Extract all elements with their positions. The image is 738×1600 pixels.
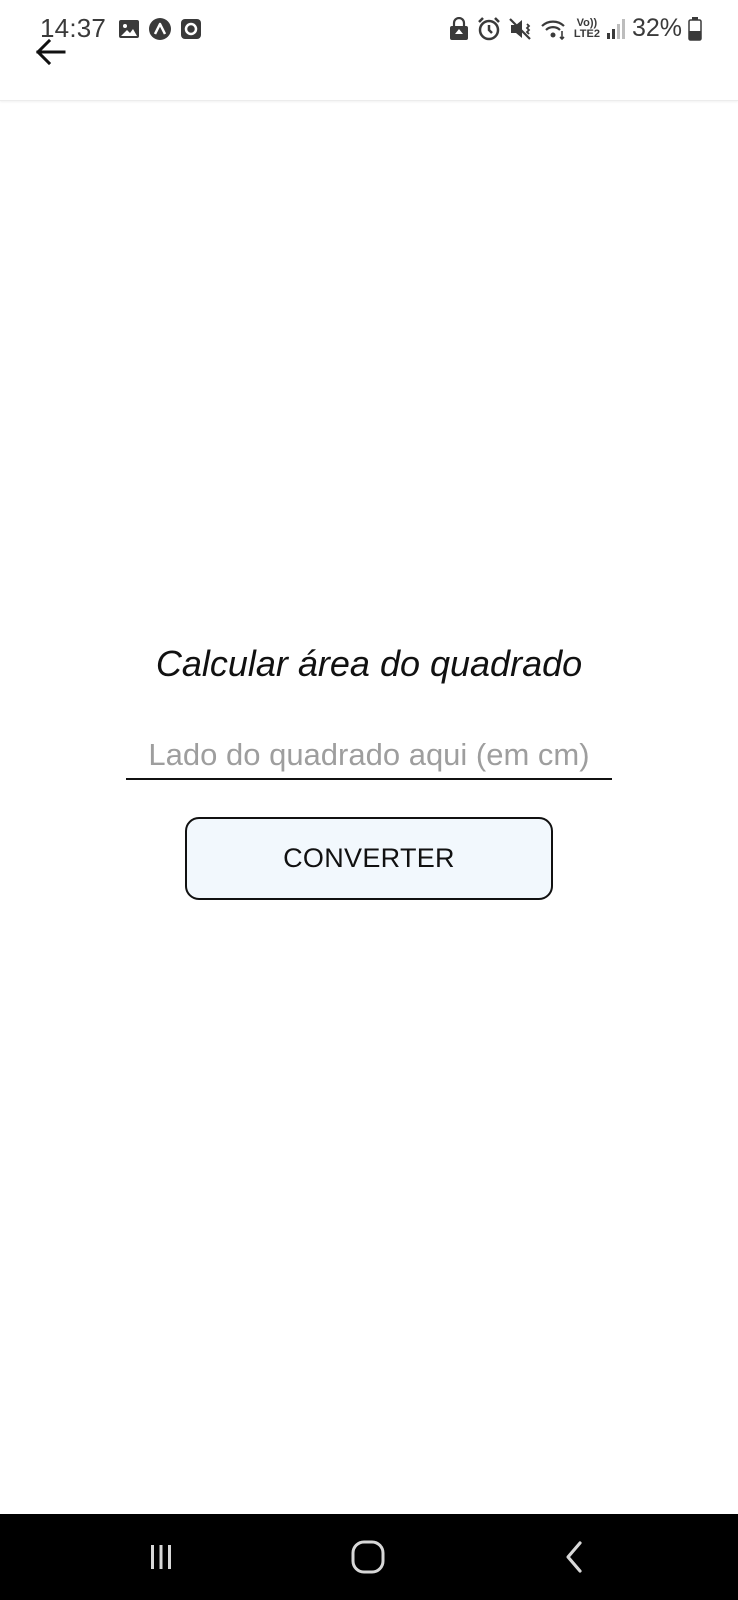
- battery-percent: 32%: [631, 14, 682, 42]
- page-title: Calcular área do quadrado: [155, 643, 583, 684]
- mute-vibrate-icon: [509, 17, 531, 40]
- side-length-input[interactable]: [126, 732, 612, 780]
- alarm-icon: [477, 16, 500, 40]
- back-nav-icon: [566, 1541, 582, 1573]
- sync-icon: [181, 19, 201, 39]
- side-length-field: [126, 732, 612, 780]
- back-nav-button[interactable]: [515, 1514, 635, 1600]
- network-type-label: Vo)) LTE2: [573, 16, 600, 40]
- recent-apps-icon: [151, 1545, 171, 1569]
- status-bar: 14:37 Vo)) LTE2 32%: [0, 0, 738, 60]
- secure-folder-icon: [449, 16, 468, 40]
- home-icon: [351, 1540, 385, 1574]
- status-notification-icons: [118, 17, 202, 41]
- signal-icon: [606, 18, 625, 39]
- wifi-icon: [541, 20, 565, 40]
- navigation-bar: [0, 1514, 738, 1600]
- convert-button[interactable]: CONVERTER: [185, 817, 553, 900]
- status-system-icons: Vo)) LTE2 32%: [448, 14, 702, 43]
- gallery-icon: [119, 20, 139, 38]
- home-button[interactable]: [308, 1514, 428, 1600]
- battery-icon: [688, 16, 702, 41]
- status-time: 14:37: [40, 13, 107, 43]
- screen: 14:37 Vo)) LTE2 32% Calcular área do qua…: [0, 0, 738, 1600]
- recent-apps-button[interactable]: [101, 1514, 221, 1600]
- app-a-icon: [149, 18, 171, 40]
